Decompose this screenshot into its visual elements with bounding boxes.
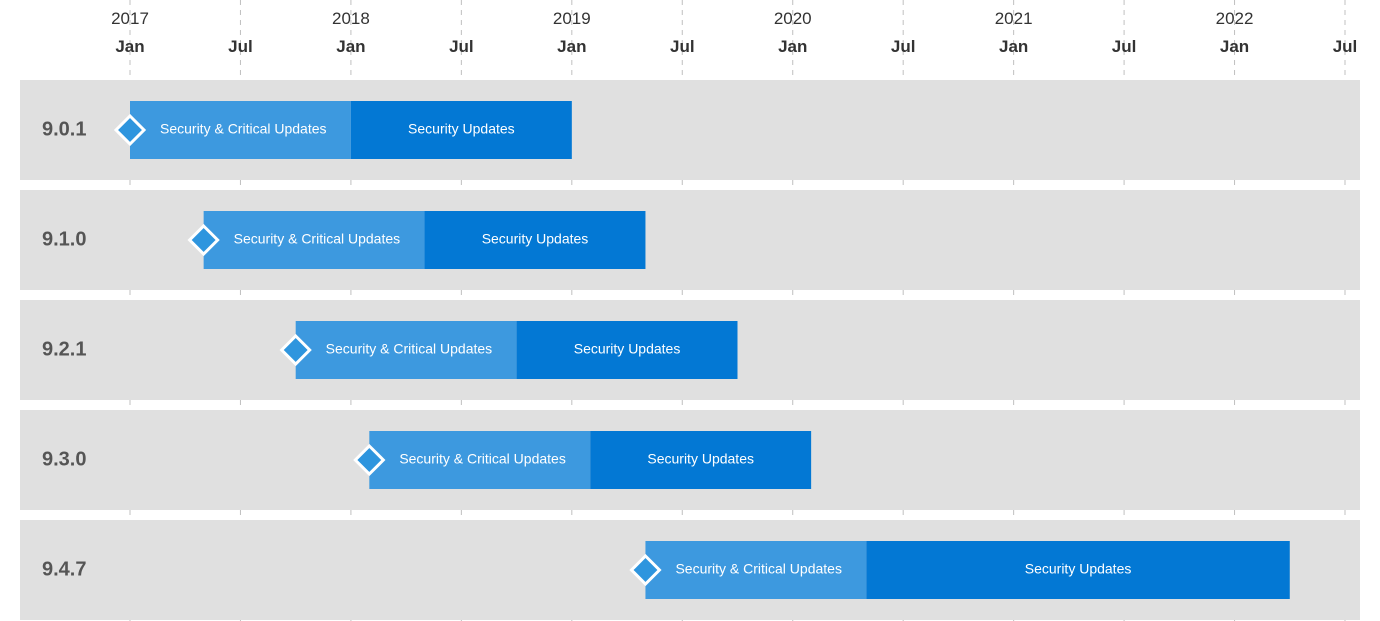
axis-month-label: Jul bbox=[1112, 37, 1137, 56]
version-label: 9.2.1 bbox=[42, 338, 86, 360]
axis-year-label: 2019 bbox=[553, 9, 591, 28]
axis-month-label: Jul bbox=[670, 37, 695, 56]
axis-month-label: Jan bbox=[778, 37, 807, 56]
bar-security-label: Security Updates bbox=[647, 451, 754, 467]
bar-security-critical-label: Security & Critical Updates bbox=[234, 231, 401, 247]
bar-security-label: Security Updates bbox=[574, 341, 681, 357]
axis-year-label: 2022 bbox=[1216, 9, 1254, 28]
version-label: 9.0.1 bbox=[42, 118, 86, 140]
version-label: 9.4.7 bbox=[42, 558, 86, 580]
time-axis: 2017 Jan Jul 2018 Jan Jul 2019 Jan Jul 2020 Jan Jul… bbox=[111, 9, 1357, 56]
axis-month-label: Jan bbox=[115, 37, 144, 56]
axis-month-label: Jul bbox=[1333, 37, 1358, 56]
axis-year-label: 2018 bbox=[332, 9, 370, 28]
axis-month-label: Jul bbox=[891, 37, 916, 56]
axis-month-label: Jan bbox=[999, 37, 1028, 56]
axis-year-label: 2017 bbox=[111, 9, 149, 28]
gantt-plot: 2017 Jan Jul 2018 Jan Jul 2019 Jan Jul 2020 Jan Jul… bbox=[20, 0, 1360, 621]
bar-security-critical-label: Security & Critical Updates bbox=[675, 561, 842, 577]
axis-month-label: Jul bbox=[228, 37, 253, 56]
axis-year-label: 2021 bbox=[995, 9, 1033, 28]
bar-security-critical-label: Security & Critical Updates bbox=[399, 451, 566, 467]
axis-year-label: 2020 bbox=[774, 9, 812, 28]
bar-security-label: Security Updates bbox=[408, 121, 515, 137]
version-row: 9.0.1 Security & Critical Updates Security… bbox=[20, 80, 1360, 180]
axis-month-label: Jul bbox=[449, 37, 474, 56]
axis-month-label: Jan bbox=[557, 37, 586, 56]
bar-security-critical-label: Security & Critical Updates bbox=[326, 341, 493, 357]
version-row: 9.3.0 Security & Critical Updates Security… bbox=[20, 410, 1360, 510]
axis-month-label: Jan bbox=[1220, 37, 1249, 56]
lifecycle-gantt-chart: 2017 Jan Jul 2018 Jan Jul 2019 Jan Jul 2020 Jan Jul… bbox=[0, 0, 1380, 621]
bar-security-label: Security Updates bbox=[482, 231, 589, 247]
axis-month-label: Jan bbox=[336, 37, 365, 56]
version-row: 9.2.1 Security & Critical Updates Security… bbox=[20, 300, 1360, 400]
version-row: 9.1.0 Security & Critical Updates Security… bbox=[20, 190, 1360, 290]
bar-security-critical-label: Security & Critical Updates bbox=[160, 121, 327, 137]
version-label: 9.3.0 bbox=[42, 448, 86, 470]
bar-security-label: Security Updates bbox=[1025, 561, 1132, 577]
version-row: 9.4.7 Security & Critical Updates Security… bbox=[20, 520, 1360, 620]
version-label: 9.1.0 bbox=[42, 228, 86, 250]
